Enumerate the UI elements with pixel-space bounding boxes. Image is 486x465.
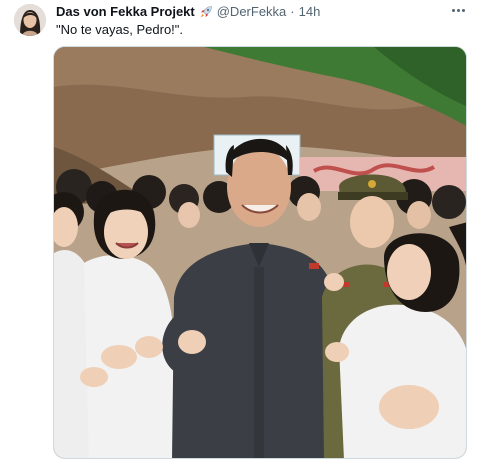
avatar-image (14, 4, 46, 36)
author-handle[interactable]: @DerFekka (217, 4, 287, 20)
more-dot (456, 8, 460, 12)
more-horizontal-icon[interactable] (448, 2, 468, 18)
timestamp[interactable]: 14h (299, 4, 321, 20)
tweet-header: Das von Fekka Projekt @DerFekka · 14h (56, 4, 320, 20)
author-name[interactable]: Das von Fekka Projekt (56, 4, 195, 20)
tweet-photo[interactable] (53, 46, 467, 459)
more-dot (461, 8, 465, 12)
photo-crowd-scene (54, 47, 466, 458)
tweet[interactable]: Das von Fekka Projekt @DerFekka · 14h "N… (0, 0, 486, 465)
tweet-text: "No te vayas, Pedro!". (56, 22, 184, 37)
rocket-emoji-icon (199, 5, 213, 19)
more-dot (451, 8, 455, 12)
separator-dot: · (290, 4, 295, 19)
avatar[interactable] (14, 4, 46, 36)
